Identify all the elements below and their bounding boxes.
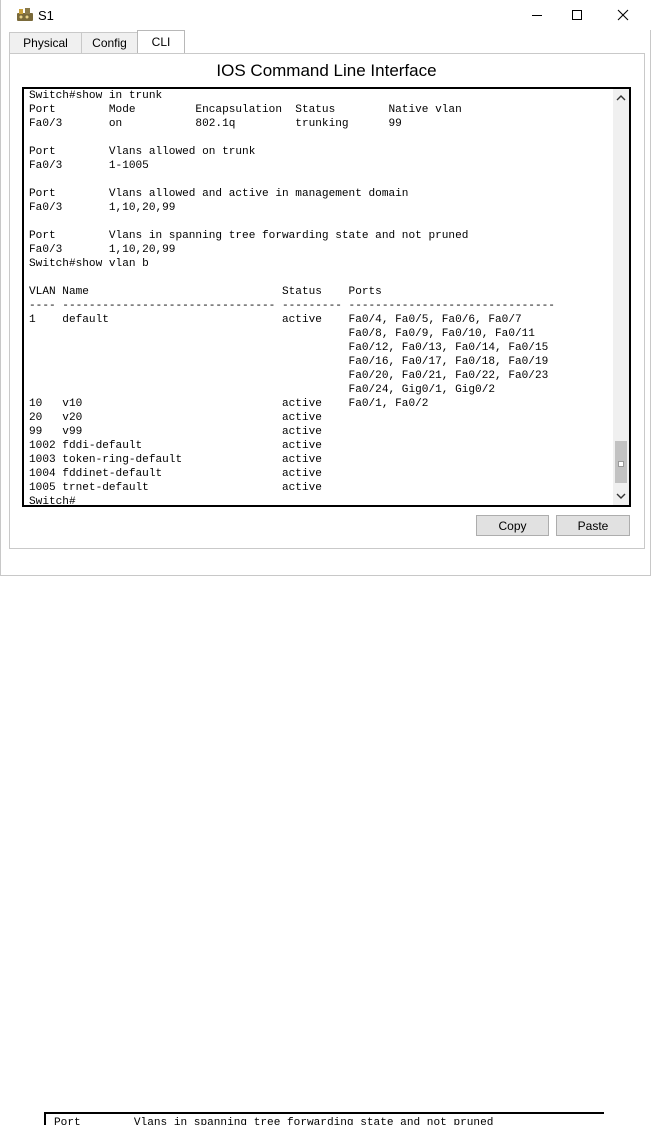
terminal-line: Fa0/24, Gig0/1, Gig0/2 [348,384,496,396]
cli-terminal[interactable]: Switch#show in trunk Port Mode Encapsula… [22,87,631,507]
paste-button[interactable]: Paste [556,515,630,536]
window-title: S1 [38,8,54,23]
terminal-line: 1002 fddi-default active [29,440,322,452]
tab-config[interactable]: Config [81,32,138,53]
terminal-line: 1005 trnet-default active [29,482,322,494]
cli-window: S1 Physical Config CLI IOS Command Line … [0,0,652,576]
terminal-line: 10 v10 active Fa0/1, Fa0/2 [29,398,429,410]
terminal-line: Switch#show vlan b [29,258,149,270]
terminal-line: Switch# [29,496,76,507]
terminal-line: 1004 fddinet-default active [29,468,322,480]
terminal-line: Fa0/12, Fa0/13, Fa0/14, Fa0/15 [348,342,549,354]
terminal-line: 99 v99 active [29,426,322,438]
chevron-up-icon [616,95,626,101]
tab-physical[interactable]: Physical [9,32,82,53]
terminal-line: Fa0/3 on 802.1q trunking 99 [29,118,402,130]
maximize-icon [572,10,582,20]
terminal-line: Fa0/16, Fa0/17, Fa0/18, Fa0/19 [348,356,549,368]
terminal-line: Port Vlans allowed and active in managem… [29,188,409,200]
copy-button[interactable]: Copy [476,515,549,536]
terminal-line: Fa0/3 1-1005 [29,160,149,172]
terminal-output[interactable]: Switch#show in trunk Port Mode Encapsula… [29,89,555,507]
close-button[interactable] [600,0,646,30]
terminal-line: Port Vlans allowed on trunk [29,146,256,158]
background-terminal: Port Vlans in spanning tree forwarding s… [44,1112,604,1125]
tab-cli[interactable]: CLI [137,30,185,53]
minimize-icon [532,15,542,16]
terminal-line: 1003 token-ring-default active [29,454,322,466]
packet-tracer-icon [16,6,34,24]
chevron-down-icon [616,493,626,499]
scroll-up-button[interactable] [613,89,629,107]
terminal-line: Fa0/3 1,10,20,99 [29,202,176,214]
terminal-line: Fa0/3 1,10,20,99 [29,244,176,256]
terminal-line: Fa0/20, Fa0/21, Fa0/22, Fa0/23 [348,370,549,382]
terminal-line: Port Mode Encapsulation Status Native vl… [29,104,462,116]
terminal-line: Port Vlans in spanning tree forwarding s… [29,230,469,242]
terminal-line: 20 v20 active [29,412,322,424]
background-terminal-line: Port Vlans in spanning tree forwarding s… [54,1117,494,1125]
close-icon [617,9,629,21]
cli-heading: IOS Command Line Interface [216,61,437,80]
maximize-button[interactable] [554,0,600,30]
terminal-line: 1 default active Fa0/4, Fa0/5, Fa0/6, Fa… [29,314,522,326]
terminal-scrollbar[interactable] [613,89,629,505]
scroll-down-button[interactable] [613,487,629,505]
terminal-line: VLAN Name Status Ports [29,286,382,298]
terminal-line: Switch#show in trunk [29,90,163,102]
terminal-line: Fa0/8, Fa0/9, Fa0/10, Fa0/11 [348,328,535,340]
scroll-thumb-grip [618,461,624,467]
scroll-thumb[interactable] [615,441,627,483]
terminal-line: ---- -------------------------------- --… [29,300,555,312]
title-bar[interactable]: S1 [1,0,652,30]
